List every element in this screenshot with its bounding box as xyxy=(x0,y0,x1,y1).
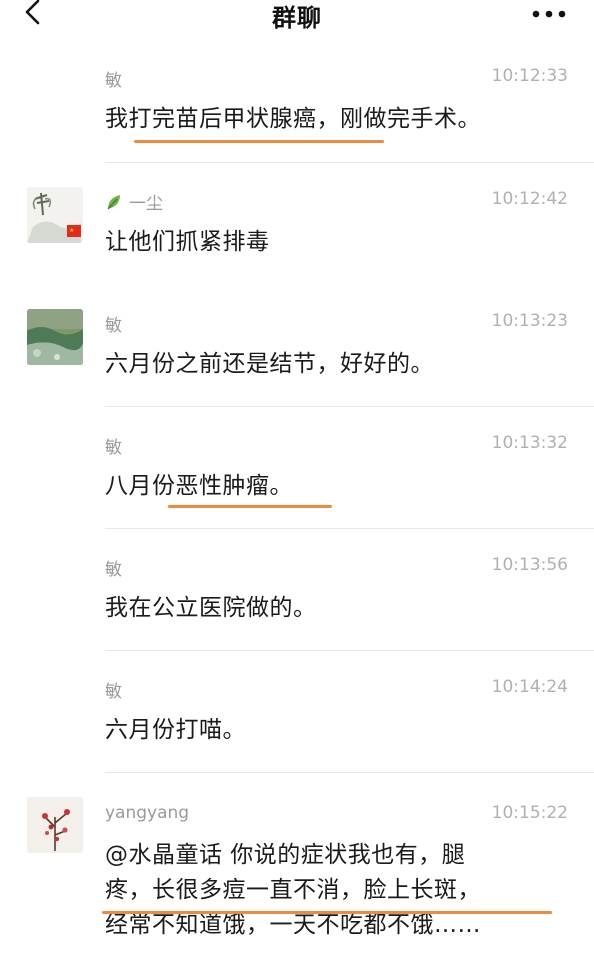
message-text: 让他们抓紧排毒 xyxy=(105,229,270,255)
message[interactable]: 敏 10:14:24 六月份打喵。 xyxy=(0,651,594,773)
message-time: 10:15:22 xyxy=(491,803,568,823)
message[interactable]: ★ 一尘 10:12:42 让他们抓紧排毒 xyxy=(0,163,594,285)
message[interactable]: 敏 10:13:56 我在公立医院做的。 xyxy=(0,529,594,651)
sender-name-row: 一尘 xyxy=(105,189,163,214)
message-line: 疼，长很多痘一直不消，脸上长斑， xyxy=(105,877,481,903)
message-text: @水晶童话 你说的症状我也有，腿 疼，长很多痘一直不消，脸上长斑， 经常不知道饿… xyxy=(105,838,558,943)
sender-name: 敏 xyxy=(105,682,122,702)
plum-blossom-avatar-image xyxy=(27,797,83,853)
sender-name: 敏 xyxy=(105,71,122,91)
sender-name: 敏 xyxy=(105,316,122,336)
message-time: 10:14:24 xyxy=(491,677,568,697)
message-time: 10:13:56 xyxy=(491,555,568,575)
message-line: @水晶童话 你说的症状我也有，腿 xyxy=(105,842,466,868)
highlight-underline xyxy=(168,505,332,508)
message[interactable]: 敏 10:13:23 六月份之前还是结节，好好的。 xyxy=(0,285,594,407)
message-text: 六月份打喵。 xyxy=(105,717,246,743)
message-text: 我打完苗后甲状腺癌，刚做完手术。 xyxy=(105,106,481,132)
landscape-avatar-image xyxy=(27,309,83,365)
message-time: 10:12:42 xyxy=(491,189,568,209)
highlight-underline xyxy=(134,140,384,143)
message-text: 八月份恶性肿瘤。 xyxy=(105,473,293,499)
message-time: 10:13:32 xyxy=(491,433,568,453)
avatar[interactable]: ★ xyxy=(27,187,83,243)
message-text: 我在公立医院做的。 xyxy=(105,595,317,621)
svg-text:★: ★ xyxy=(69,227,74,234)
avatar[interactable] xyxy=(27,797,83,853)
message-time: 10:13:23 xyxy=(491,311,568,331)
leaf-icon xyxy=(107,195,120,210)
message[interactable]: yangyang 10:15:22 @水晶童话 你说的症状我也有，腿 疼，长很多… xyxy=(0,773,594,960)
sender-name: 一尘 xyxy=(129,194,163,214)
highlight-underline xyxy=(102,911,552,914)
message[interactable]: 敏 10:12:33 我打完苗后甲状腺癌，刚做完手术。 xyxy=(0,0,594,163)
sender-name: yangyang xyxy=(105,803,190,823)
message[interactable]: 敏 10:13:32 八月份恶性肿瘤。 xyxy=(0,407,594,529)
message-text: 六月份之前还是结节，好好的。 xyxy=(105,351,434,377)
sender-name: 敏 xyxy=(105,560,122,580)
message-time: 10:12:33 xyxy=(491,66,568,86)
avatar[interactable] xyxy=(27,309,83,365)
ink-painting-avatar-image: ★ xyxy=(27,187,83,243)
sender-name: 敏 xyxy=(105,438,122,458)
